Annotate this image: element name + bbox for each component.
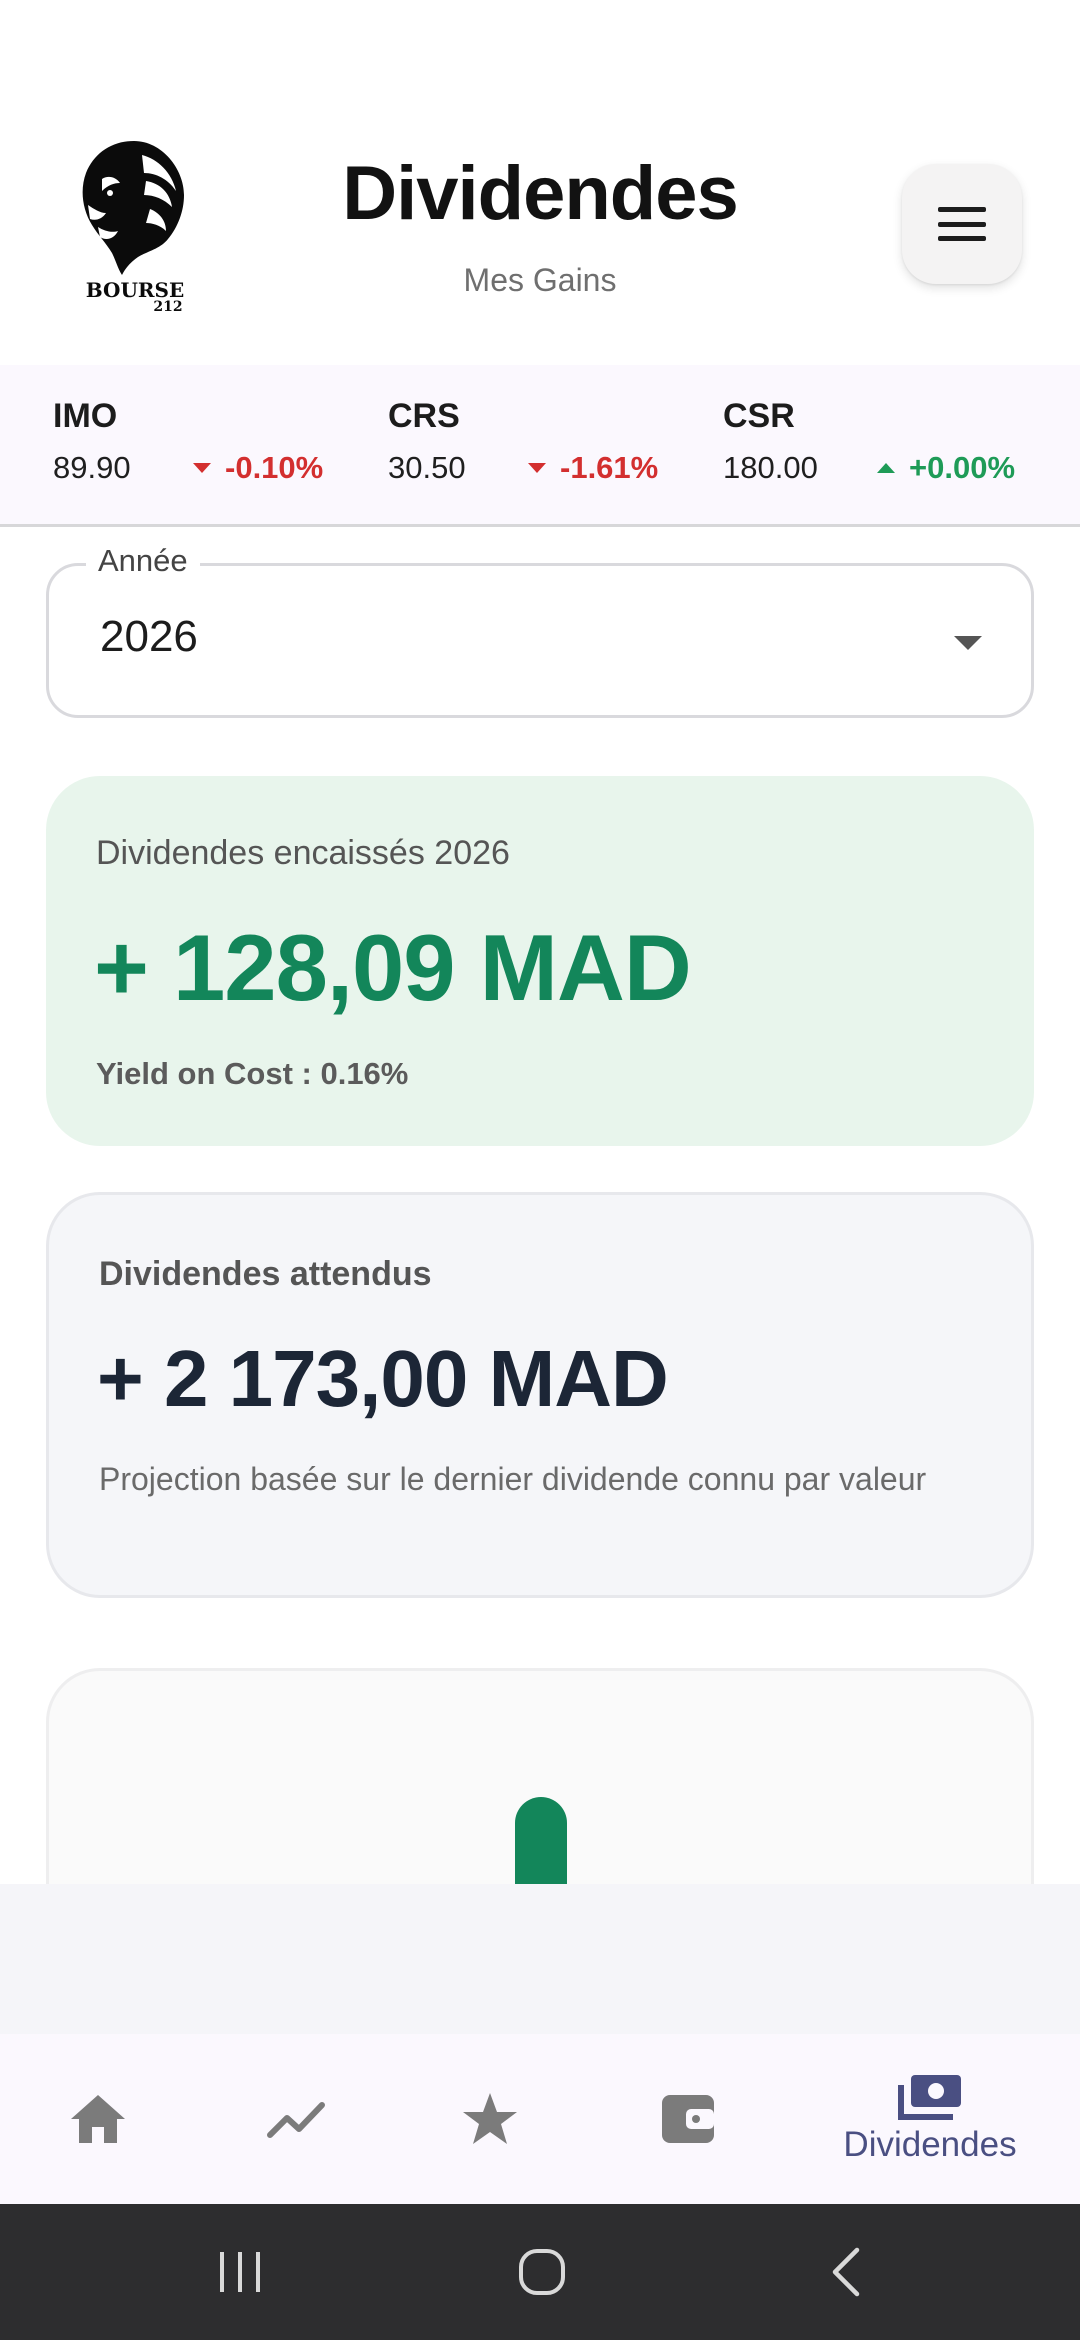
nav-item-home[interactable] bbox=[48, 2034, 148, 2204]
screen: BOURSE 212 Dividendes Mes Gains IMO 89.9… bbox=[0, 0, 1080, 2340]
star-icon bbox=[463, 2093, 517, 2144]
expected-dividends-card: Dividendes attendus + 2 173,00 MAD Proje… bbox=[46, 1192, 1034, 1598]
bottom-navigation: Dividendes bbox=[0, 2034, 1080, 2204]
received-label: Dividendes encaissés 2026 bbox=[96, 834, 510, 872]
home-icon bbox=[71, 2095, 125, 2143]
payments-icon bbox=[898, 2075, 961, 2120]
home-circle-icon bbox=[519, 2249, 565, 2295]
nav-item-favorites[interactable] bbox=[440, 2034, 540, 2204]
received-dividends-card: Dividendes encaissés 2026 + 128,09 MAD Y… bbox=[46, 776, 1034, 1146]
nav-label-dividends: Dividendes bbox=[843, 2125, 1017, 2164]
ticker-symbol: CSR bbox=[723, 397, 795, 435]
recents-icon bbox=[220, 2252, 260, 2292]
ticker-change: -0.10% bbox=[225, 450, 324, 485]
trending-icon bbox=[267, 2102, 325, 2138]
year-select-value[interactable]: 2026 bbox=[100, 612, 198, 662]
arrow-down-icon bbox=[193, 463, 211, 473]
stock-ticker: IMO 89.90 -0.10% CRS 30.50 -1.61% CSR 18… bbox=[0, 365, 1080, 527]
nav-item-dividends[interactable]: Dividendes bbox=[830, 2034, 1030, 2204]
received-amount: + 128,09 MAD bbox=[94, 915, 692, 1020]
app-header: BOURSE 212 Dividendes Mes Gains bbox=[0, 0, 1080, 365]
ticker-price: 180.00 bbox=[723, 450, 818, 485]
ticker-price: 30.50 bbox=[388, 450, 466, 485]
dropdown-caret-icon[interactable] bbox=[954, 636, 982, 650]
ticker-change: +0.00% bbox=[909, 450, 1016, 485]
expected-note: Projection basée sur le dernier dividend… bbox=[99, 1461, 927, 1497]
expected-label: Dividendes attendus bbox=[99, 1255, 432, 1293]
ticker-item[interactable]: CRS 30.50 -1.61% bbox=[388, 397, 718, 486]
ticker-symbol: IMO bbox=[53, 397, 118, 435]
system-navigation-bar bbox=[0, 2204, 1080, 2340]
back-chevron-icon bbox=[832, 2247, 860, 2297]
ticker-item[interactable]: CSR 180.00 +0.00% bbox=[723, 397, 1053, 486]
svg-text:212: 212 bbox=[153, 299, 182, 313]
nav-item-market[interactable] bbox=[246, 2034, 346, 2204]
arrow-down-icon bbox=[528, 463, 546, 473]
expected-amount: + 2 173,00 MAD bbox=[97, 1334, 669, 1423]
yield-on-cost: Yield on Cost : 0.16% bbox=[96, 1056, 409, 1091]
back-button[interactable] bbox=[796, 2204, 896, 2340]
ticker-symbol: CRS bbox=[388, 397, 460, 435]
recent-apps-button[interactable] bbox=[190, 2204, 290, 2340]
menu-button[interactable] bbox=[902, 164, 1022, 284]
nav-item-wallet[interactable] bbox=[638, 2034, 738, 2204]
year-select-label: Année bbox=[86, 543, 200, 579]
wallet-icon bbox=[662, 2095, 714, 2143]
arrow-up-icon bbox=[877, 463, 895, 473]
ticker-price: 89.90 bbox=[53, 450, 131, 485]
home-system-button[interactable] bbox=[492, 2204, 592, 2340]
hamburger-menu-icon bbox=[938, 207, 986, 241]
content-footer-band bbox=[0, 1884, 1080, 2034]
ticker-item[interactable]: IMO 89.90 -0.10% bbox=[53, 397, 383, 486]
ticker-change: -1.61% bbox=[560, 450, 659, 485]
